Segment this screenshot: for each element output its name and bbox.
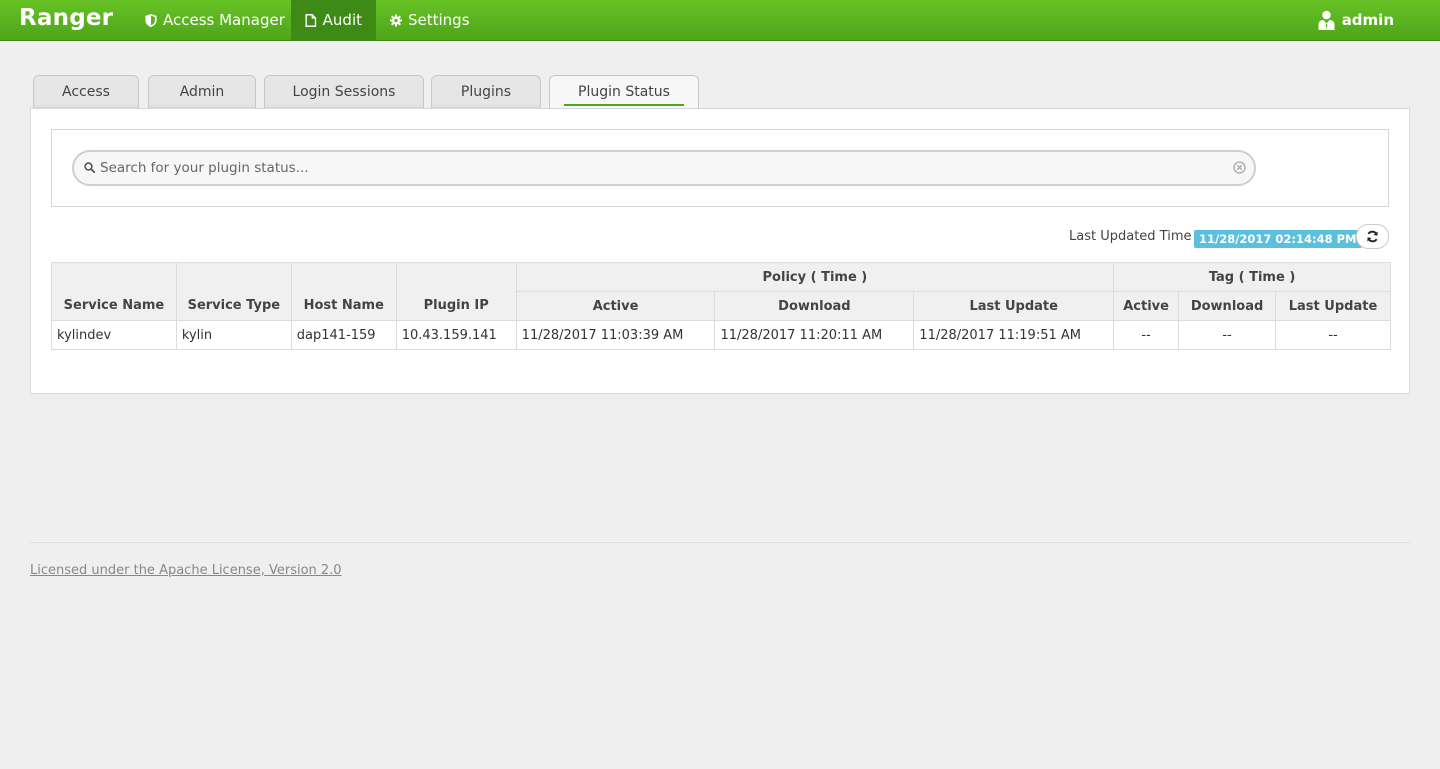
plugin-status-table: Service Name Service Type Host Name Plug… [51,262,1391,350]
col-service-type[interactable]: Service Type [175,262,292,321]
tab-label: Login Sessions [292,84,396,100]
col-tag-download[interactable]: Download [1178,291,1277,321]
plugin-status-panel: Last Updated Time : 11/28/2017 02:14:48 … [30,108,1410,394]
nav-label: Settings [408,11,470,29]
table-row: kylindev kylin dap141-159 10.43.159.141 … [51,320,1391,350]
gear-icon [390,14,402,26]
last-updated-label: Last Updated Time : [1069,229,1201,244]
refresh-button[interactable] [1356,224,1389,249]
file-icon [305,13,317,27]
last-updated-badge: 11/28/2017 02:14:48 PM [1194,230,1362,248]
cell-policy-active: 11/28/2017 11:03:39 AM [515,320,716,350]
username: admin [1341,11,1394,29]
tab-login-sessions[interactable]: Login Sessions [264,75,424,108]
tab-label: Admin [179,84,225,100]
search-field[interactable] [72,150,1256,186]
cell-plugin-ip: 10.43.159.141 [395,320,517,350]
cell-tag-last-update: -- [1275,320,1391,350]
clear-icon[interactable] [1233,161,1246,174]
footer-divider [30,542,1410,543]
refresh-icon [1367,230,1378,243]
license-link[interactable]: Licensed under the Apache License, Versi… [30,563,342,578]
user-menu[interactable]: admin [1318,0,1394,40]
tab-admin[interactable]: Admin [148,75,256,108]
tab-access[interactable]: Access [33,75,139,108]
tab-plugins[interactable]: Plugins [431,75,541,108]
search-input[interactable] [100,152,1220,184]
nav-label: Access Manager [163,11,285,29]
search-icon [84,162,95,173]
search-container [51,129,1389,207]
nav-settings[interactable]: Settings [376,0,484,40]
col-service-name[interactable]: Service Name [51,262,177,321]
brand-logo[interactable]: Ranger [19,5,113,31]
cell-tag-active: -- [1113,320,1180,350]
tab-plugin-status[interactable]: Plugin Status [549,75,699,109]
col-plugin-ip[interactable]: Plugin IP [395,262,517,321]
top-navbar: Ranger Access Manager Audit Settings adm… [0,0,1440,41]
nav-access-manager[interactable]: Access Manager [131,0,299,40]
cell-host-name: dap141-159 [290,320,397,350]
nav-audit[interactable]: Audit [291,0,376,40]
cell-service-type: kylin [175,320,292,350]
col-host-name[interactable]: Host Name [290,262,397,321]
col-tag-last-update[interactable]: Last Update [1275,291,1391,321]
shield-icon [145,13,157,27]
col-group-policy-time: Policy ( Time ) [515,262,1115,292]
col-tag-active[interactable]: Active [1113,291,1180,321]
cell-service-name: kylindev [51,320,177,350]
col-policy-last-update[interactable]: Last Update [913,291,1115,321]
col-policy-active[interactable]: Active [515,291,716,321]
tab-label: Plugins [460,84,512,100]
user-icon [1318,10,1335,30]
col-group-tag-time: Tag ( Time ) [1113,262,1391,292]
col-policy-download[interactable]: Download [714,291,915,321]
cell-policy-last-update: 11/28/2017 11:19:51 AM [913,320,1115,350]
tab-label: Access [62,84,110,100]
cell-policy-download: 11/28/2017 11:20:11 AM [714,320,915,350]
tab-label: Plugin Status [564,84,684,106]
cell-tag-download: -- [1178,320,1277,350]
nav-label: Audit [322,11,362,29]
